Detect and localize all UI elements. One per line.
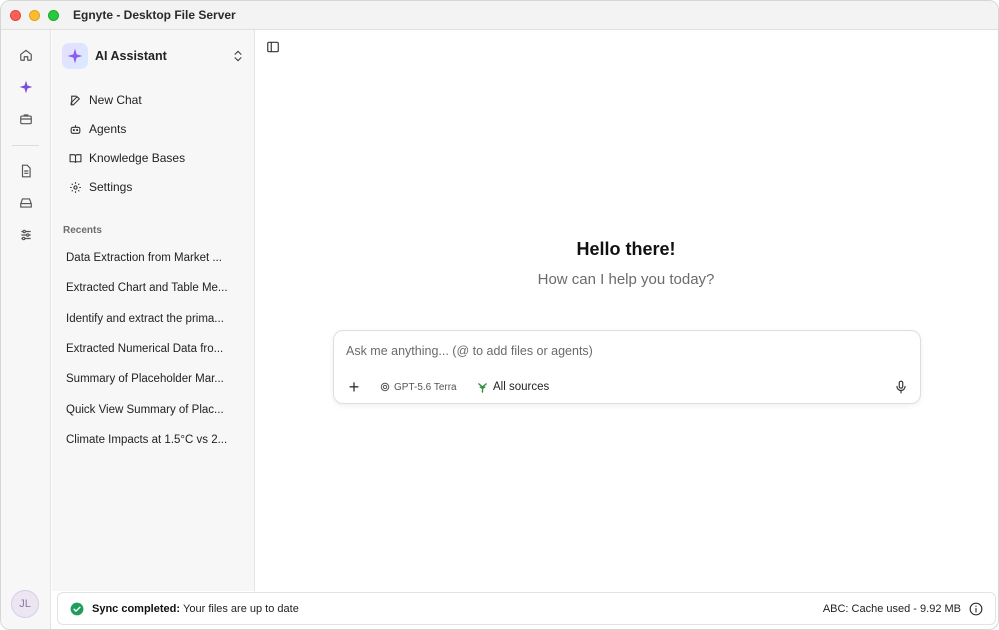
microphone-icon[interactable] bbox=[894, 379, 908, 395]
chat-main: Hello there! How can I help you today? +… bbox=[256, 30, 998, 591]
nav-settings[interactable]: Settings bbox=[69, 176, 132, 198]
model-label: GPT-5.6 Terra bbox=[394, 381, 457, 393]
nav-label: Settings bbox=[89, 180, 133, 194]
chevron-up-down-icon bbox=[234, 50, 242, 62]
icon-rail: JL bbox=[1, 30, 51, 629]
window-controls bbox=[10, 9, 59, 21]
sparkle-icon bbox=[19, 80, 33, 94]
status-bar: Sync completed: Your files are up to dat… bbox=[57, 592, 996, 625]
recent-chat-item[interactable]: Climate Impacts at 1.5°C vs 2... bbox=[66, 432, 236, 448]
greeting-subtitle: How can I help you today? bbox=[537, 271, 715, 288]
nav-agents[interactable]: Agents bbox=[69, 118, 126, 140]
assistant-name: AI Assistant bbox=[95, 49, 167, 63]
assistant-switcher[interactable]: AI Assistant bbox=[62, 41, 245, 71]
info-icon[interactable] bbox=[969, 602, 983, 616]
drive-button[interactable] bbox=[14, 191, 38, 215]
nav-new-chat[interactable]: New Chat bbox=[69, 89, 142, 111]
add-attachment-button[interactable]: + bbox=[346, 378, 362, 396]
recents-heading: Recents bbox=[63, 225, 102, 236]
close-window-button[interactable] bbox=[10, 9, 21, 21]
document-icon bbox=[21, 164, 31, 178]
sidebar-toggle-icon[interactable] bbox=[266, 40, 280, 54]
sync-status-title: Sync completed: bbox=[92, 602, 181, 615]
nav-label: Agents bbox=[89, 122, 127, 136]
window-title: Egnyte - Desktop File Server bbox=[73, 8, 236, 22]
sync-status-text: Your files are up to date bbox=[183, 602, 299, 615]
sources-selector[interactable]: All sources bbox=[477, 378, 549, 396]
sources-icon bbox=[478, 382, 487, 393]
briefcase-button[interactable] bbox=[14, 107, 38, 131]
preferences-button[interactable] bbox=[14, 223, 38, 247]
robot-icon bbox=[70, 124, 81, 134]
title-bar: Egnyte - Desktop File Server bbox=[1, 1, 998, 30]
assistant-logo bbox=[62, 43, 88, 69]
assistant-panel: AI Assistant New Chat Agents Knowledge B… bbox=[52, 30, 255, 591]
recent-chat-item[interactable]: Summary of Placeholder Mar... bbox=[66, 371, 236, 387]
recent-chat-item[interactable]: Extracted Chart and Table Me... bbox=[66, 280, 236, 296]
greeting-title: Hello there! bbox=[576, 239, 676, 259]
model-selector[interactable]: GPT-5.6 Terra bbox=[380, 378, 457, 396]
zoom-window-button[interactable] bbox=[48, 9, 59, 21]
book-icon bbox=[69, 153, 82, 163]
edit-icon bbox=[70, 95, 81, 105]
cache-usage: ABC: Cache used - 9.92 MB bbox=[822, 602, 961, 615]
ai-assistant-button[interactable] bbox=[14, 75, 38, 99]
home-icon bbox=[20, 49, 32, 61]
chat-input[interactable] bbox=[346, 341, 906, 361]
nav-knowledge-bases[interactable]: Knowledge Bases bbox=[69, 147, 185, 169]
sparkle-icon bbox=[67, 48, 83, 64]
nav-label: New Chat bbox=[89, 93, 142, 107]
app-window: Egnyte - Desktop File Server JL AI Assis… bbox=[0, 0, 999, 630]
user-avatar[interactable]: JL bbox=[11, 590, 39, 618]
documents-button[interactable] bbox=[14, 159, 38, 183]
home-button[interactable] bbox=[14, 43, 38, 67]
sources-label: All sources bbox=[493, 381, 550, 393]
chat-composer: + GPT-5.6 Terra All sources bbox=[333, 330, 921, 404]
briefcase-icon bbox=[20, 114, 32, 125]
gear-icon bbox=[70, 181, 81, 193]
recent-chat-item[interactable]: Data Extraction from Market ... bbox=[66, 250, 236, 266]
model-icon bbox=[380, 382, 390, 392]
rail-divider bbox=[12, 145, 39, 146]
hard-drive-icon bbox=[20, 198, 32, 208]
nav-label: Knowledge Bases bbox=[89, 151, 186, 165]
recent-chat-item[interactable]: Identify and extract the prima... bbox=[66, 311, 236, 327]
check-circle-icon bbox=[70, 602, 84, 615]
minimize-window-button[interactable] bbox=[29, 9, 40, 21]
recent-chat-item[interactable]: Extracted Numerical Data fro... bbox=[66, 341, 236, 357]
recent-chat-item[interactable]: Quick View Summary of Plac... bbox=[66, 402, 236, 418]
sliders-icon bbox=[21, 229, 31, 241]
